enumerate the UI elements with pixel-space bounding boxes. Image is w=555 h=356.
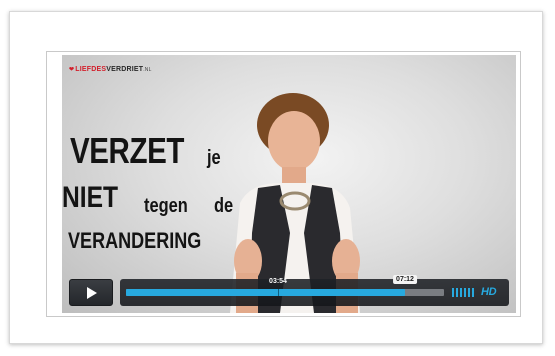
overlay-word-verandering: VERANDERING	[68, 228, 202, 253]
overlay-word-je: je	[207, 147, 221, 169]
video-player[interactable]: ❤LIEFDESVERDRIET.NL VERZET je NIET tegen…	[62, 55, 516, 313]
progress-playhead[interactable]	[278, 289, 279, 296]
hd-toggle-button[interactable]: HD	[481, 286, 497, 298]
hover-time-tooltip: 07:12	[393, 275, 417, 284]
progress-track[interactable]: 03:54 07:12	[126, 275, 444, 296]
overlay-word-verzet: VERZET	[70, 130, 184, 171]
volume-bars-icon[interactable]	[452, 288, 476, 297]
play-button[interactable]	[69, 279, 113, 306]
channel-logo: ❤LIEFDESVERDRIET.NL	[69, 66, 152, 73]
progress-fill	[126, 289, 405, 296]
player-controls: 03:54 07:12 HD	[62, 275, 516, 311]
overlay-word-tegen: tegen	[144, 195, 188, 217]
play-icon	[87, 287, 97, 299]
logo-brand-suffix: .NL	[143, 67, 152, 73]
overlay-word-niet: NIET	[62, 181, 119, 214]
control-bar: 03:54 07:12 HD	[120, 275, 509, 306]
overlay-word-de: de	[214, 195, 234, 217]
logo-brand-dark: VERDRIET	[106, 66, 144, 73]
current-time: 03:54	[269, 278, 287, 285]
heart-logo-icon: ❤	[69, 67, 75, 73]
logo-brand-red: LIEFDES	[75, 66, 107, 73]
